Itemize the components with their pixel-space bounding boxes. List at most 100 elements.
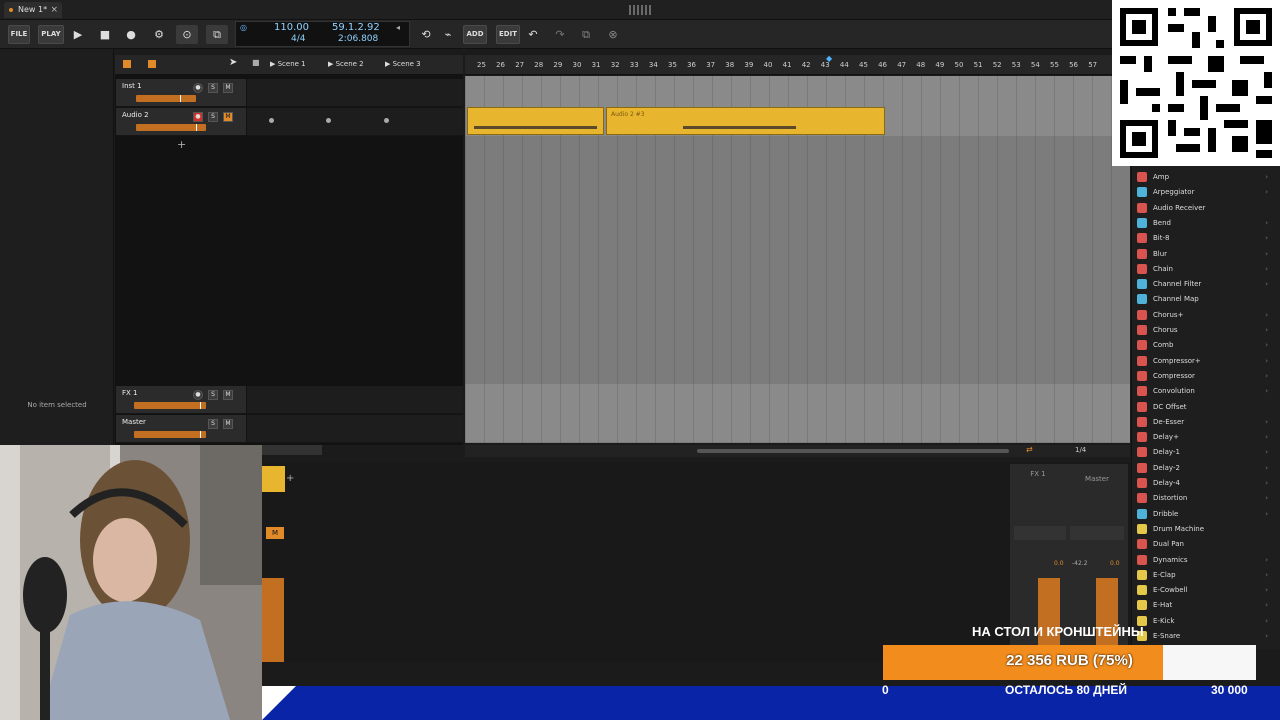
- pointer-tool-icon[interactable]: ➤: [229, 57, 237, 68]
- chevron-right-icon[interactable]: ›: [1265, 232, 1268, 244]
- chevron-right-icon[interactable]: ›: [1265, 339, 1268, 351]
- redo-icon[interactable]: ↷: [549, 25, 571, 44]
- scrollbar-thumb[interactable]: [697, 449, 1009, 453]
- track-header-fx-1[interactable]: FX 1 ● S M: [116, 386, 246, 414]
- solo-button[interactable]: S: [208, 83, 218, 93]
- track-header-audio-2[interactable]: Audio 2 ● S M: [116, 108, 246, 136]
- snap-icon[interactable]: ⇄: [1026, 445, 1033, 454]
- browser-item-chorus[interactable]: Chorus ›: [1137, 324, 1272, 339]
- scene-3-launch[interactable]: ▶ Scene 3: [385, 60, 421, 68]
- clip-launcher-toggle-icon[interactable]: [123, 60, 131, 68]
- chevron-right-icon[interactable]: ›: [1265, 263, 1268, 275]
- browser-item-distortion[interactable]: Distortion ›: [1137, 492, 1272, 507]
- browser-item-e-cowbell[interactable]: E-Cowbell ›: [1137, 584, 1272, 599]
- browser-item-amp[interactable]: Amp ›: [1137, 171, 1272, 186]
- window-drag-grip-icon[interactable]: [629, 5, 651, 15]
- record-arm-icon[interactable]: ●: [193, 83, 203, 93]
- mute-button[interactable]: M: [223, 83, 233, 93]
- mute-button[interactable]: M: [223, 419, 233, 429]
- clip-slots-master[interactable]: [247, 415, 463, 443]
- track-list-scrollbar[interactable]: [262, 445, 322, 455]
- arranger-toggle-icon[interactable]: [148, 60, 156, 68]
- chevron-right-icon[interactable]: ›: [1265, 462, 1268, 474]
- play-mode-button[interactable]: PLAY: [38, 25, 64, 44]
- file-menu-button[interactable]: FILE: [8, 25, 30, 44]
- chevron-right-icon[interactable]: ›: [1265, 446, 1268, 458]
- add-track-icon[interactable]: +: [177, 138, 186, 151]
- browser-item-delay-2[interactable]: Delay-2 ›: [1137, 462, 1272, 477]
- stop-icon[interactable]: ■: [94, 25, 116, 44]
- browser-item-bit-8[interactable]: Bit-8 ›: [1137, 232, 1272, 247]
- browser-item-dribble[interactable]: Dribble ›: [1137, 508, 1272, 523]
- browser-item-bend[interactable]: Bend ›: [1137, 217, 1272, 232]
- arranger-effect-tracks-region[interactable]: [465, 384, 1130, 442]
- chevron-right-icon[interactable]: ›: [1265, 630, 1268, 642]
- copy-icon[interactable]: ⧉: [575, 25, 597, 44]
- document-tab[interactable]: New 1* ×: [4, 2, 62, 18]
- chevron-right-icon[interactable]: ›: [1265, 309, 1268, 321]
- automation-icon[interactable]: ⚙: [148, 25, 170, 44]
- browser-item-convolution[interactable]: Convolution ›: [1137, 385, 1272, 400]
- audio-clip-audio-2-3[interactable]: Audio 2 #3: [606, 107, 885, 135]
- browser-item-compressor-[interactable]: Compressor+ ›: [1137, 355, 1272, 370]
- browser-item-delay-4[interactable]: Delay-4 ›: [1137, 477, 1272, 492]
- browser-item-e-kick[interactable]: E-Kick ›: [1137, 615, 1272, 630]
- browser-item-dc-offset[interactable]: DC Offset: [1137, 401, 1272, 416]
- chevron-right-icon[interactable]: ›: [1265, 508, 1268, 520]
- chevron-right-icon[interactable]: ›: [1265, 477, 1268, 489]
- chevron-right-icon[interactable]: ›: [1265, 186, 1268, 198]
- overdub-icon[interactable]: ⊙: [176, 25, 198, 44]
- browser-item-delay-[interactable]: Delay+ ›: [1137, 431, 1272, 446]
- browser-item-e-snare[interactable]: E-Snare ›: [1137, 630, 1272, 645]
- mixer-master-buttons[interactable]: [1070, 526, 1124, 540]
- browser-item-channel-map[interactable]: Channel Map: [1137, 293, 1272, 308]
- scene-1-launch[interactable]: ▶ Scene 1: [270, 60, 306, 68]
- solo-button[interactable]: S: [208, 390, 218, 400]
- chevron-right-icon[interactable]: ›: [1265, 171, 1268, 183]
- audio-clip-1[interactable]: [467, 107, 604, 135]
- browser-item-blur[interactable]: Blur ›: [1137, 248, 1272, 263]
- track-header-master[interactable]: Master S M: [116, 415, 246, 443]
- clip-slots-fx-1[interactable]: [247, 386, 463, 414]
- browser-item-channel-filter[interactable]: Channel Filter ›: [1137, 278, 1272, 293]
- mute-button[interactable]: M: [223, 390, 233, 400]
- browser-item-delay-1[interactable]: Delay-1 ›: [1137, 446, 1272, 461]
- chevron-right-icon[interactable]: ›: [1265, 599, 1268, 611]
- chevron-right-icon[interactable]: ›: [1265, 248, 1268, 260]
- record-arm-icon[interactable]: ●: [193, 390, 203, 400]
- add-device-icon[interactable]: +: [286, 473, 294, 484]
- volume-fader[interactable]: [134, 402, 206, 409]
- loop-left-icon[interactable]: ◂: [396, 23, 400, 32]
- volume-fader[interactable]: [134, 431, 206, 438]
- browser-item-chorus-[interactable]: Chorus+ ›: [1137, 309, 1272, 324]
- play-icon[interactable]: ▶: [67, 25, 89, 44]
- clip-slots-audio-2[interactable]: [247, 108, 463, 136]
- track-header-inst-1[interactable]: Inst 1 ● S M: [116, 79, 246, 107]
- record-arm-icon[interactable]: ●: [193, 112, 203, 122]
- browser-item-e-hat[interactable]: E-Hat ›: [1137, 599, 1272, 614]
- chevron-right-icon[interactable]: ›: [1265, 584, 1268, 596]
- playhead-marker-icon[interactable]: ◆: [826, 54, 832, 63]
- browser-item-dynamics[interactable]: Dynamics ›: [1137, 554, 1272, 569]
- edit-button[interactable]: EDIT: [496, 25, 520, 44]
- tap-tempo-icon[interactable]: ◎: [240, 23, 247, 32]
- close-tab-icon[interactable]: ×: [50, 2, 58, 18]
- clip-slot-record-icon[interactable]: [269, 118, 274, 123]
- time-signature[interactable]: 4/4: [291, 34, 305, 44]
- browser-item-comb[interactable]: Comb ›: [1137, 339, 1272, 354]
- chevron-right-icon[interactable]: ›: [1265, 324, 1268, 336]
- chevron-right-icon[interactable]: ›: [1265, 355, 1268, 367]
- chevron-right-icon[interactable]: ›: [1265, 416, 1268, 428]
- browser-item-de-esser[interactable]: De-Esser ›: [1137, 416, 1272, 431]
- clip-slots-inst-1[interactable]: [247, 79, 463, 107]
- browser-item-drum-machine[interactable]: Drum Machine: [1137, 523, 1272, 538]
- tempo-value[interactable]: 110.00: [274, 22, 309, 33]
- delete-icon[interactable]: ⊗: [602, 25, 624, 44]
- chevron-right-icon[interactable]: ›: [1265, 370, 1268, 382]
- volume-fader[interactable]: [136, 95, 196, 102]
- browser-item-dual-pan[interactable]: Dual Pan: [1137, 538, 1272, 553]
- loop-icon[interactable]: ⟲: [415, 25, 437, 44]
- bottom-mute-button[interactable]: M: [266, 527, 284, 539]
- chevron-right-icon[interactable]: ›: [1265, 615, 1268, 627]
- mute-button[interactable]: M: [223, 112, 233, 122]
